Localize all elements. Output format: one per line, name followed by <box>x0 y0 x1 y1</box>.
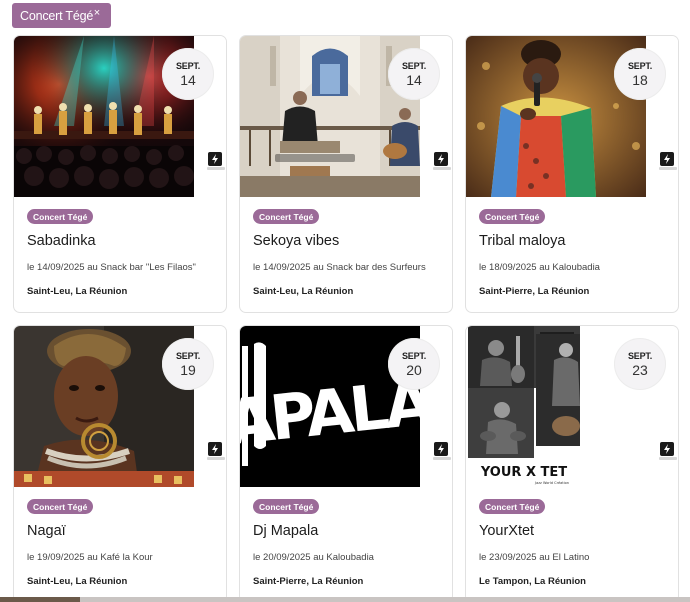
category-tag[interactable]: Concert Tégé <box>27 209 94 224</box>
event-title[interactable]: Dj Mapala <box>253 523 318 539</box>
event-card[interactable]: YOUR X TET Jazz World Création SEPT. 23 … <box>465 325 679 602</box>
date-day: 20 <box>406 361 422 378</box>
date-day: 23 <box>632 361 648 378</box>
event-title[interactable]: Nagaï <box>27 523 66 539</box>
category-tag[interactable]: Concert Tégé <box>479 499 546 514</box>
date-day: 19 <box>180 361 196 378</box>
flash-icon[interactable] <box>208 152 222 166</box>
close-icon[interactable]: × <box>94 7 100 19</box>
event-title[interactable]: Sabadinka <box>27 233 96 249</box>
date-badge: SEPT. 14 <box>388 48 440 100</box>
event-location: Saint-Leu, La Réunion <box>253 286 354 297</box>
event-title[interactable]: Sekoya vibes <box>253 233 339 249</box>
category-tag[interactable]: Concert Tégé <box>253 209 320 224</box>
event-date-venue: le 20/09/2025 au Kaloubadia <box>253 552 374 563</box>
event-date-venue: le 18/09/2025 au Kaloubadia <box>479 262 600 273</box>
flash-icon[interactable] <box>208 442 222 456</box>
event-date-venue: le 19/09/2025 au Kafé la Kour <box>27 552 153 563</box>
date-day: 14 <box>180 71 196 88</box>
event-location: Saint-Leu, La Réunion <box>27 576 128 587</box>
date-badge: SEPT. 19 <box>162 338 214 390</box>
flash-icon[interactable] <box>660 442 674 456</box>
event-location: Saint-Pierre, La Réunion <box>253 576 364 587</box>
date-month: SEPT. <box>627 60 652 71</box>
event-card[interactable]: SEPT. 14 Concert Tégé Sabadinka le 14/09… <box>13 35 227 313</box>
event-location: Saint-Leu, La Réunion <box>27 286 128 297</box>
date-badge: SEPT. 23 <box>614 338 666 390</box>
date-badge: SEPT. 14 <box>162 48 214 100</box>
date-day: 14 <box>406 71 422 88</box>
event-date-venue: le 23/09/2025 au El Latino <box>479 552 590 563</box>
poster-title: YOUR X TET <box>480 465 567 480</box>
date-month: SEPT. <box>401 350 426 361</box>
filter-chip-label: Concert Tégé <box>20 8 94 23</box>
filter-chip-concert-tege[interactable]: Concert Tégé × <box>12 3 111 28</box>
date-month: SEPT. <box>175 60 200 71</box>
event-card[interactable]: SEPT. 19 Concert Tégé Nagaï le 19/09/202… <box>13 325 227 602</box>
date-month: SEPT. <box>627 350 652 361</box>
poster-subtitle: Jazz World Création <box>534 481 569 485</box>
event-title[interactable]: Tribal maloya <box>479 233 566 249</box>
date-month: SEPT. <box>175 350 200 361</box>
event-location: Le Tampon, La Réunion <box>479 576 586 587</box>
date-badge: SEPT. 18 <box>614 48 666 100</box>
event-location: Saint-Pierre, La Réunion <box>479 286 590 297</box>
event-date-venue: le 14/09/2025 au Snack bar des Surfeurs <box>253 262 426 273</box>
flash-icon[interactable] <box>660 152 674 166</box>
date-month: SEPT. <box>401 60 426 71</box>
event-card[interactable]: SEPT. 18 Concert Tégé Tribal maloya le 1… <box>465 35 679 313</box>
scrollbar-thumb[interactable] <box>0 597 80 602</box>
category-tag[interactable]: Concert Tégé <box>253 499 320 514</box>
category-tag[interactable]: Concert Tégé <box>27 499 94 514</box>
event-title[interactable]: YourXtet <box>479 523 534 539</box>
flash-icon[interactable] <box>434 442 448 456</box>
flash-icon[interactable] <box>434 152 448 166</box>
category-tag[interactable]: Concert Tégé <box>479 209 546 224</box>
horizontal-scrollbar[interactable] <box>0 597 690 602</box>
date-day: 18 <box>632 71 648 88</box>
event-card[interactable]: APALA SEPT. 20 Concert Tégé Dj Mapala le… <box>239 325 453 602</box>
event-card[interactable]: SEPT. 14 Concert Tégé Sekoya vibes le 14… <box>239 35 453 313</box>
event-date-venue: le 14/09/2025 au Snack bar "Les Filaos" <box>27 262 196 273</box>
date-badge: SEPT. 20 <box>388 338 440 390</box>
